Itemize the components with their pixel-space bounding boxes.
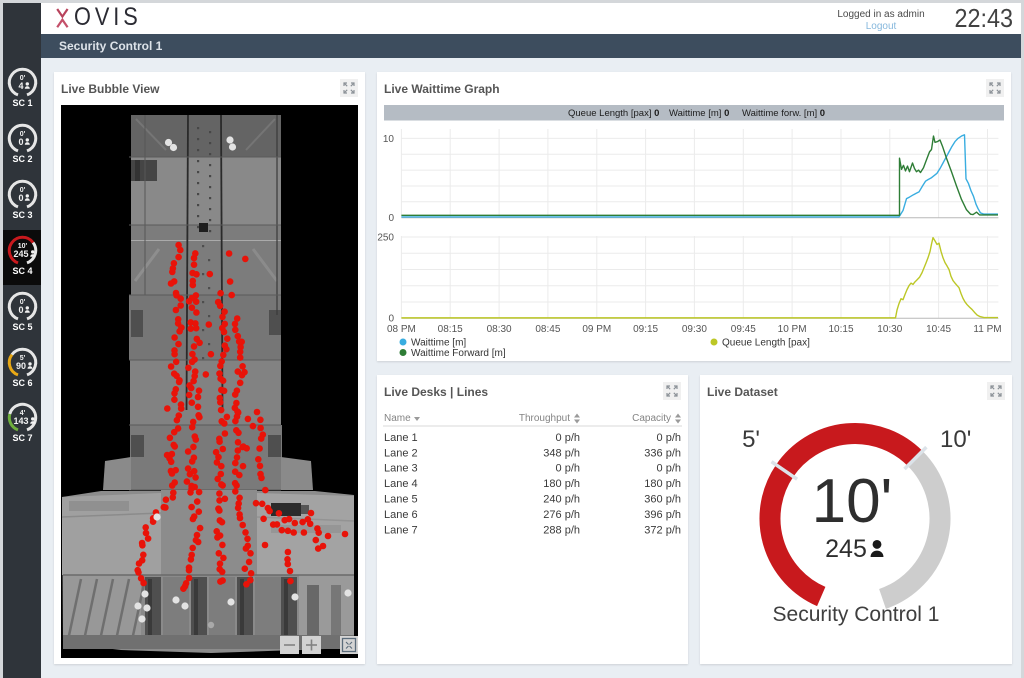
svg-text:Queue Length [pax] 0: Queue Length [pax] 0 (568, 108, 659, 119)
svg-text:08:15: 08:15 (438, 324, 463, 335)
svg-text:5': 5' (742, 426, 760, 453)
svg-text:276 p/h: 276 p/h (543, 509, 580, 521)
svg-text:08 PM: 08 PM (387, 324, 416, 335)
svg-text:0: 0 (18, 137, 23, 147)
svg-text:240 p/h: 240 p/h (543, 494, 580, 506)
svg-text:Waittime forw. [m] 0: Waittime forw. [m] 0 (742, 108, 825, 119)
svg-text:336 p/h: 336 p/h (644, 447, 681, 459)
svg-text:245: 245 (13, 249, 28, 259)
svg-text:Lane 4: Lane 4 (384, 478, 418, 490)
svg-text:10:45: 10:45 (926, 324, 951, 335)
svg-text:08:30: 08:30 (487, 324, 512, 335)
svg-text:245: 245 (825, 535, 867, 563)
svg-text:372 p/h: 372 p/h (644, 524, 681, 536)
svg-text:0 p/h: 0 p/h (657, 432, 681, 444)
svg-text:Queue Length [pax]: Queue Length [pax] (722, 338, 810, 349)
svg-text:11 PM: 11 PM (973, 324, 1001, 335)
svg-text:143: 143 (13, 416, 28, 426)
svg-text:10: 10 (383, 134, 395, 145)
svg-text:0 p/h: 0 p/h (657, 463, 681, 475)
svg-text:08:45: 08:45 (535, 324, 560, 335)
svg-text:Lane 7: Lane 7 (384, 524, 418, 536)
svg-text:10 PM: 10 PM (778, 324, 807, 335)
svg-text:Throughput: Throughput (519, 413, 570, 424)
svg-text:250: 250 (377, 233, 394, 244)
svg-text:288 p/h: 288 p/h (543, 524, 580, 536)
svg-text:10': 10' (940, 426, 971, 453)
svg-text:Lane 2: Lane 2 (384, 447, 418, 459)
svg-text:10:30: 10:30 (877, 324, 902, 335)
svg-text:348 p/h: 348 p/h (543, 447, 580, 459)
svg-text:Waittime Forward [m]: Waittime Forward [m] (411, 348, 506, 359)
svg-text:0 p/h: 0 p/h (556, 432, 580, 444)
svg-text:360 p/h: 360 p/h (644, 494, 681, 506)
svg-text:180 p/h: 180 p/h (543, 478, 580, 490)
svg-text:Lane 1: Lane 1 (384, 432, 418, 444)
svg-text:Security Control 1: Security Control 1 (773, 603, 940, 626)
svg-text:180 p/h: 180 p/h (644, 478, 681, 490)
svg-text:10:15: 10:15 (828, 324, 853, 335)
svg-text:Capacity: Capacity (632, 413, 671, 424)
svg-text:Lane 5: Lane 5 (384, 494, 418, 506)
svg-text:Waittime [m] 0: Waittime [m] 0 (669, 108, 729, 119)
svg-text:0: 0 (18, 193, 23, 203)
svg-text:396 p/h: 396 p/h (644, 509, 681, 521)
svg-text:09:30: 09:30 (682, 324, 707, 335)
svg-text:Lane 3: Lane 3 (384, 463, 418, 475)
svg-text:4: 4 (18, 81, 23, 91)
svg-text:Lane 6: Lane 6 (384, 509, 418, 521)
svg-text:0: 0 (18, 305, 23, 315)
svg-text:Name: Name (384, 413, 411, 424)
svg-text:09 PM: 09 PM (582, 324, 611, 335)
svg-text:0: 0 (388, 213, 394, 224)
svg-text:0 p/h: 0 p/h (556, 463, 580, 475)
svg-text:Waittime [m]: Waittime [m] (411, 338, 466, 349)
svg-text:10': 10' (812, 467, 893, 536)
svg-text:09:15: 09:15 (633, 324, 658, 335)
svg-text:90: 90 (16, 361, 26, 371)
svg-text:09:45: 09:45 (731, 324, 756, 335)
